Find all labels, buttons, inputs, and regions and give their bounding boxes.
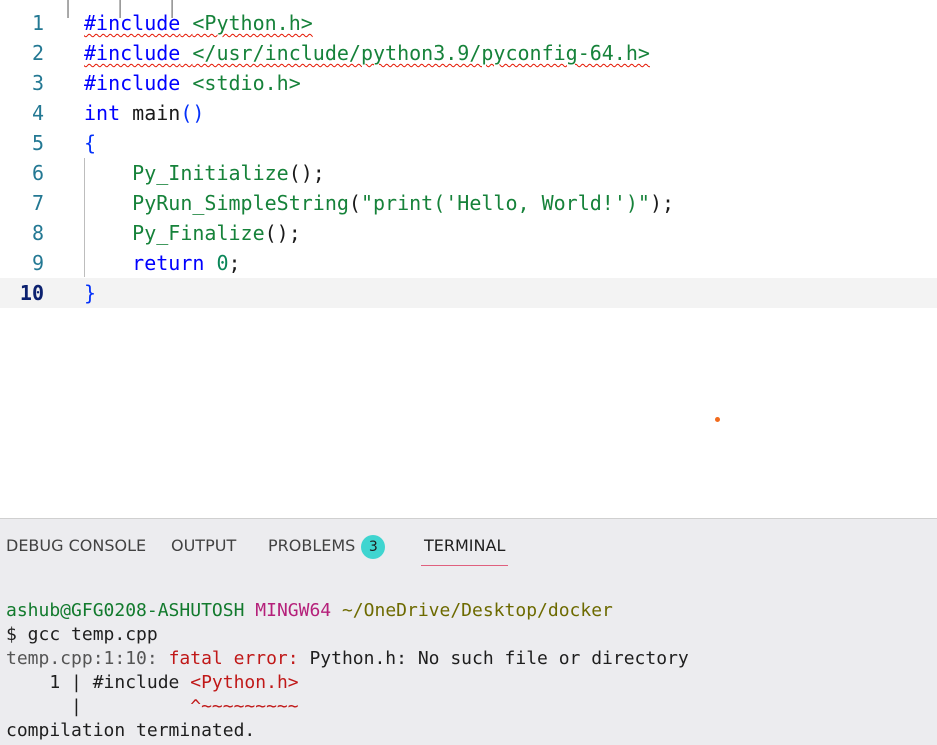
code-line[interactable]: 6 Py_Initialize();	[0, 158, 937, 188]
code-text: return 0;	[84, 248, 241, 278]
line-number: 1	[31, 11, 44, 35]
code-text: PyRun_SimpleString("print('Hello, World!…	[84, 188, 674, 218]
code-token: #include	[84, 11, 181, 35]
code-line[interactable]: 2 #include </usr/include/python3.9/pyconf…	[0, 38, 937, 68]
code-text: int main()	[84, 98, 204, 128]
line-number: 2	[31, 41, 44, 65]
code-token: "print('Hello, World!')"	[360, 191, 650, 215]
code-token: {	[84, 131, 97, 155]
code-line[interactable]: 9 return 0;	[0, 248, 937, 278]
code-token: }	[84, 281, 97, 305]
line-number: 9	[31, 251, 44, 275]
line-number: 5	[31, 131, 44, 155]
error-label: fatal error:	[168, 648, 299, 669]
code-token: 0	[216, 251, 229, 275]
prompt-path: ~/OneDrive/Desktop/docker	[341, 600, 613, 621]
line-number: 10	[19, 281, 44, 305]
code-line[interactable]: 7 PyRun_SimpleString("print('Hello, Worl…	[0, 188, 937, 218]
source-line-number: 1 |	[6, 672, 93, 693]
prompt-env: MINGW64	[255, 600, 332, 621]
code-text: {	[84, 128, 96, 158]
code-text: Py_Finalize();	[84, 218, 301, 248]
code-token: <stdio.h>	[192, 71, 301, 95]
code-token: #include	[84, 71, 181, 95]
tab-debug-console[interactable]: DEBUG CONSOLE	[6, 531, 146, 565]
code-token: return	[132, 251, 205, 275]
code-line[interactable]: 4 int main()	[0, 98, 937, 128]
indent-guide	[84, 158, 85, 277]
tab-problems[interactable]: PROBLEMS 3	[268, 531, 386, 565]
source-code: #include	[92, 672, 191, 693]
code-token: (	[348, 191, 361, 215]
code-line[interactable]: 8 Py_Finalize();	[0, 218, 937, 248]
cursor-dot	[715, 417, 720, 422]
terminal-output[interactable]: ashub@GFG0208-ASHUTOSH MINGW64 ~/OneDriv…	[6, 599, 689, 743]
tab-output[interactable]: OUTPUT	[171, 531, 236, 565]
code-token: ;	[228, 251, 241, 275]
code-token: );	[649, 191, 675, 215]
line-number: 8	[31, 221, 44, 245]
code-text: Py_Initialize();	[84, 158, 325, 188]
tab-label: OUTPUT	[171, 536, 237, 555]
bottom-panel: DEBUG CONSOLE OUTPUT PROBLEMS 3 TERMINAL …	[0, 518, 937, 745]
code-token: ()	[180, 101, 205, 125]
line-number: 6	[31, 161, 44, 185]
code-token: ();	[264, 221, 301, 245]
code-text: #include </usr/include/python3.9/pyconfi…	[84, 38, 650, 68]
code-token: Py_Finalize	[132, 221, 265, 245]
line-number: 4	[31, 101, 44, 125]
caret-prefix: |	[6, 696, 191, 717]
code-token: Py_Initialize	[132, 161, 289, 185]
tab-terminal[interactable]: TERMINAL	[421, 531, 509, 566]
code-editor[interactable]: | | | 1 #include <Python.h> 2 #include </us…	[0, 0, 937, 518]
code-text: }	[84, 278, 96, 308]
code-token: #include	[84, 41, 181, 65]
code-token: PyRun_SimpleString	[132, 191, 349, 215]
code-token: ();	[288, 161, 325, 185]
code-text: #include <stdio.h>	[84, 68, 301, 98]
error-location: temp.cpp:1:10:	[6, 648, 158, 669]
final-message: compilation terminated.	[6, 720, 256, 741]
code-token: <Python.h>	[192, 11, 313, 35]
code-token: </usr/include/python3.9/pyconfig-64.h>	[192, 41, 650, 65]
line-number: 3	[31, 71, 44, 95]
problems-count-badge: 3	[361, 534, 386, 559]
line-number: 7	[31, 191, 44, 215]
code-line[interactable]: 3 #include <stdio.h>	[0, 68, 937, 98]
command-line: $ gcc temp.cpp	[6, 624, 158, 645]
source-highlight: <Python.h>	[190, 672, 299, 693]
error-message: Python.h: No such file or directory	[309, 648, 689, 669]
code-token: main	[132, 101, 181, 125]
code-token: int	[84, 101, 121, 125]
code-line[interactable]: 1 #include <Python.h>	[0, 8, 937, 38]
code-line[interactable]: 5{	[0, 128, 937, 158]
code-text: #include <Python.h>	[84, 8, 313, 38]
caret-marker: ^~~~~~~~~~	[190, 696, 299, 717]
tab-label: PROBLEMS	[268, 536, 356, 555]
prompt-user: ashub@GFG0208-ASHUTOSH	[6, 600, 245, 621]
tab-label: DEBUG CONSOLE	[6, 536, 147, 555]
tab-label: TERMINAL	[424, 536, 506, 555]
code-line[interactable]: 10}	[0, 278, 937, 308]
